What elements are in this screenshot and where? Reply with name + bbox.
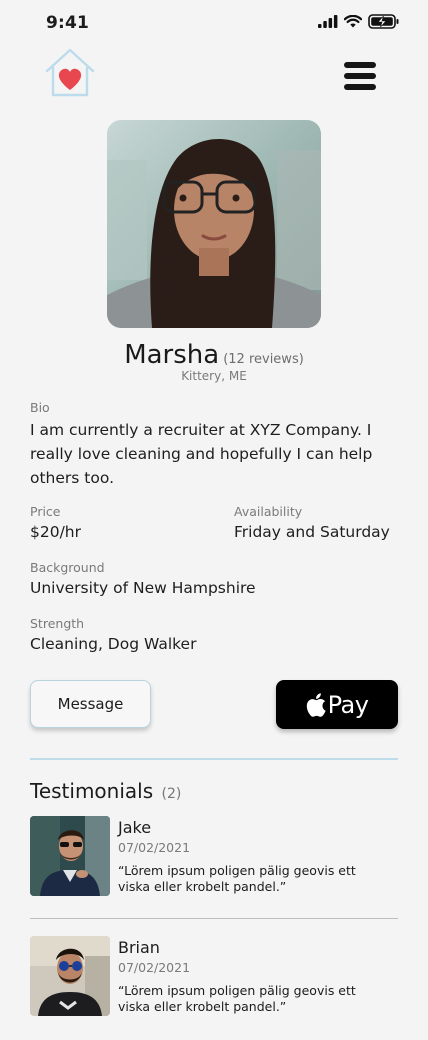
battery-charging-icon — [368, 14, 399, 29]
profile-photo — [107, 120, 321, 328]
testimonial-quote: “Lörem ipsum poligen pälig geovis ett vi… — [118, 983, 356, 1014]
profile-location: Kittery, ME — [181, 369, 247, 383]
message-button[interactable]: Message — [30, 680, 151, 728]
testimonials-count: (2) — [161, 786, 182, 802]
testimonial-avatar — [30, 936, 110, 1016]
wifi-icon — [344, 15, 362, 28]
testimonials-heading: Testimonials (2) — [30, 779, 181, 803]
bio-label: Bio — [30, 400, 50, 415]
review-count[interactable]: (12 reviews) — [223, 352, 304, 367]
apple-logo-icon — [306, 692, 326, 717]
testimonial-name: Brian — [118, 938, 160, 957]
testimonial-name: Jake — [118, 818, 152, 837]
menu-bar — [344, 73, 376, 79]
status-bar: 9:41 — [0, 0, 428, 48]
apple-pay-button[interactable]: Pay — [276, 680, 398, 729]
cellular-signal-icon — [318, 15, 338, 28]
testimonial-date: 07/02/2021 — [118, 840, 191, 855]
strength-label: Strength — [30, 616, 85, 631]
status-time: 9:41 — [46, 13, 90, 33]
availability-value: Friday and Saturday — [234, 523, 390, 541]
testimonial-quote: “Lörem ipsum poligen pälig geovis ett vi… — [118, 863, 356, 894]
profile-name: Marsha — [124, 340, 220, 370]
menu-bar — [344, 84, 376, 90]
testimonial-avatar — [30, 816, 110, 896]
background-label: Background — [30, 560, 105, 575]
apple-pay-label: Pay — [327, 690, 369, 719]
strength-value: Cleaning, Dog Walker — [30, 635, 197, 653]
testimonial-item[interactable]: Brian 07/02/2021 “Lörem ipsum poligen pä… — [30, 936, 398, 1016]
house-heart-icon[interactable] — [44, 48, 96, 98]
section-divider — [30, 758, 398, 760]
status-icons — [318, 14, 400, 29]
testimonial-item[interactable]: Jake 07/02/2021 “Lörem ipsum poligen päl… — [30, 816, 398, 896]
price-label: Price — [30, 504, 61, 519]
bio-text: I am currently a recruiter at XYZ Compan… — [30, 421, 373, 487]
profile-name-row: Marsha (12 reviews) — [0, 340, 428, 370]
menu-bar — [344, 62, 376, 68]
testimonial-date: 07/02/2021 — [118, 960, 191, 975]
testimonials-title: Testimonials — [30, 779, 154, 803]
hamburger-menu-icon[interactable] — [344, 62, 376, 90]
app-header — [0, 48, 428, 104]
testimonial-divider — [30, 918, 398, 919]
availability-label: Availability — [234, 504, 303, 519]
price-value: $20/hr — [30, 523, 82, 541]
background-value: University of New Hampshire — [30, 579, 256, 597]
